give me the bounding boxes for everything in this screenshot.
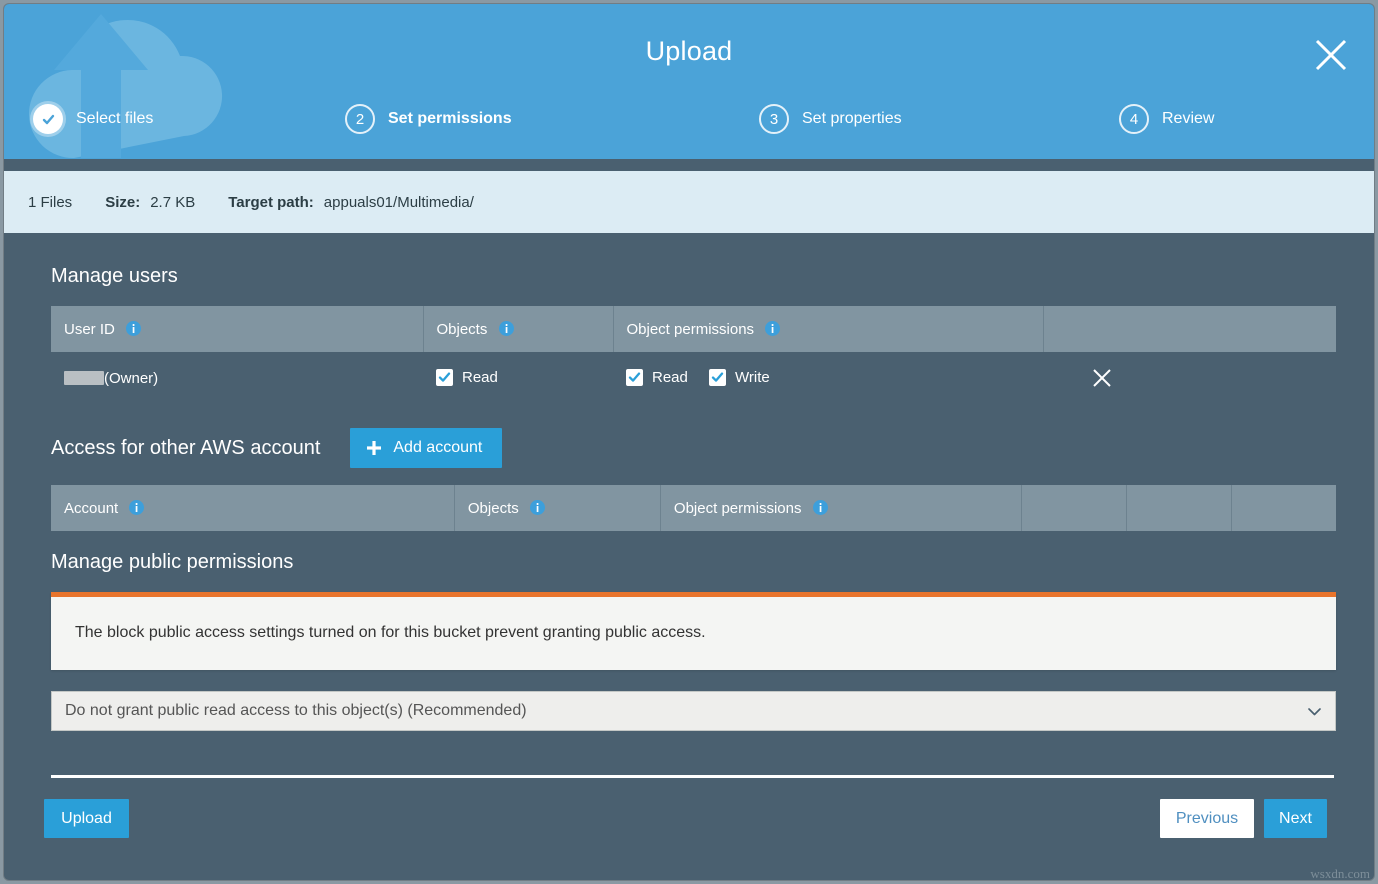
close-icon[interactable] <box>1310 34 1352 76</box>
checkbox-permissions-read[interactable]: Read <box>626 369 688 386</box>
table-header-row: Account Objects <box>51 485 1336 531</box>
next-button[interactable]: Next <box>1264 799 1327 838</box>
dialog-footer: Upload Previous Next <box>4 799 1374 859</box>
other-accounts-header: Access for other AWS account Add account <box>51 428 1328 468</box>
column-label: Objects <box>468 500 519 517</box>
step-review[interactable]: 4 Review <box>1119 104 1214 134</box>
step-number: 4 <box>1119 104 1149 134</box>
upload-dialog: Upload Select files 2 Set permissions 3 <box>4 4 1374 880</box>
step-set-permissions[interactable]: 2 Set permissions <box>345 104 512 134</box>
info-icon[interactable] <box>813 500 828 515</box>
checkbox-label: Read <box>652 369 688 386</box>
other-accounts-heading: Access for other AWS account <box>51 437 320 460</box>
target-path-value: appuals01/Multimedia/ <box>324 194 474 211</box>
cell-objects: Read <box>423 352 613 404</box>
upload-button[interactable]: Upload <box>44 799 129 838</box>
check-icon <box>33 104 63 134</box>
info-icon[interactable] <box>129 500 144 515</box>
other-accounts-table: Account Objects <box>51 485 1336 531</box>
checkbox-objects-read[interactable]: Read <box>436 369 498 386</box>
chevron-down-icon <box>1306 703 1323 720</box>
step-indicator: Select files 2 Set permissions 3 Set pro… <box>4 104 1374 144</box>
page-title: Upload <box>4 36 1374 67</box>
previous-button[interactable]: Previous <box>1160 799 1254 838</box>
column-objects: Objects <box>454 485 660 531</box>
step-select-files[interactable]: Select files <box>33 104 153 134</box>
column-label: User ID <box>64 321 115 338</box>
step-set-properties[interactable]: 3 Set properties <box>759 104 902 134</box>
block-public-access-alert: The block public access settings turned … <box>51 592 1336 670</box>
column-object-permissions: Object permissions <box>613 306 1043 352</box>
checkbox-label: Read <box>462 369 498 386</box>
footer-divider <box>51 775 1334 778</box>
checkbox-permissions-write[interactable]: Write <box>709 369 770 386</box>
dialog-body: Manage users User ID Objects <box>4 233 1374 731</box>
checkbox-icon <box>709 369 726 386</box>
site-watermark: wsxdn.com <box>1310 866 1370 882</box>
add-account-label: Add account <box>393 439 482 457</box>
table-row: (Owner) Read <box>51 352 1336 404</box>
file-info-bar: 1 Files Size: 2.7 KB Target path: appual… <box>4 171 1374 233</box>
checkbox-icon <box>436 369 453 386</box>
public-read-access-select[interactable]: Do not grant public read access to this … <box>51 691 1336 731</box>
table-header-row: User ID Objects <box>51 306 1336 352</box>
column-user-id: User ID <box>51 306 423 352</box>
step-label: Review <box>1162 110 1214 128</box>
size-label: Size: <box>105 194 140 211</box>
plus-icon <box>366 440 382 456</box>
redacted-user-id <box>64 371 104 385</box>
cell-remove-action <box>1043 352 1336 404</box>
files-count: 1 Files <box>28 194 72 211</box>
info-icon[interactable] <box>530 500 545 515</box>
checkbox-label: Write <box>735 369 770 386</box>
select-value: Do not grant public read access to this … <box>65 702 527 720</box>
checkbox-icon <box>626 369 643 386</box>
column-spacer-2 <box>1127 485 1232 531</box>
column-objects: Objects <box>423 306 613 352</box>
cell-user-id: (Owner) <box>51 352 423 404</box>
manage-users-heading: Manage users <box>51 265 1328 288</box>
column-actions <box>1043 306 1336 352</box>
manage-users-table: User ID Objects <box>51 306 1336 404</box>
info-icon[interactable] <box>765 321 780 336</box>
public-permissions-heading: Manage public permissions <box>51 551 1328 574</box>
column-label: Account <box>64 500 118 517</box>
step-label: Select files <box>76 110 153 128</box>
size-value: 2.7 KB <box>150 194 195 211</box>
column-spacer-1 <box>1022 485 1127 531</box>
user-id-suffix: (Owner) <box>104 370 158 387</box>
cell-object-permissions: Read Write <box>613 352 1043 404</box>
step-label: Set permissions <box>388 110 512 128</box>
close-icon[interactable] <box>1091 367 1113 389</box>
column-label: Object permissions <box>674 500 802 517</box>
target-path-label: Target path: <box>228 194 314 211</box>
info-icon[interactable] <box>126 321 141 336</box>
column-label: Objects <box>437 321 488 338</box>
step-number: 3 <box>759 104 789 134</box>
step-number: 2 <box>345 104 375 134</box>
info-icon[interactable] <box>499 321 514 336</box>
dialog-header: Upload Select files 2 Set permissions 3 <box>4 4 1374 159</box>
step-label: Set properties <box>802 110 902 128</box>
add-account-button[interactable]: Add account <box>350 428 502 468</box>
footer-nav-buttons: Previous Next <box>1160 799 1327 838</box>
column-object-permissions: Object permissions <box>660 485 1021 531</box>
column-account: Account <box>51 485 454 531</box>
alert-text: The block public access settings turned … <box>75 624 706 641</box>
column-label: Object permissions <box>627 321 755 338</box>
column-spacer-3 <box>1232 485 1336 531</box>
